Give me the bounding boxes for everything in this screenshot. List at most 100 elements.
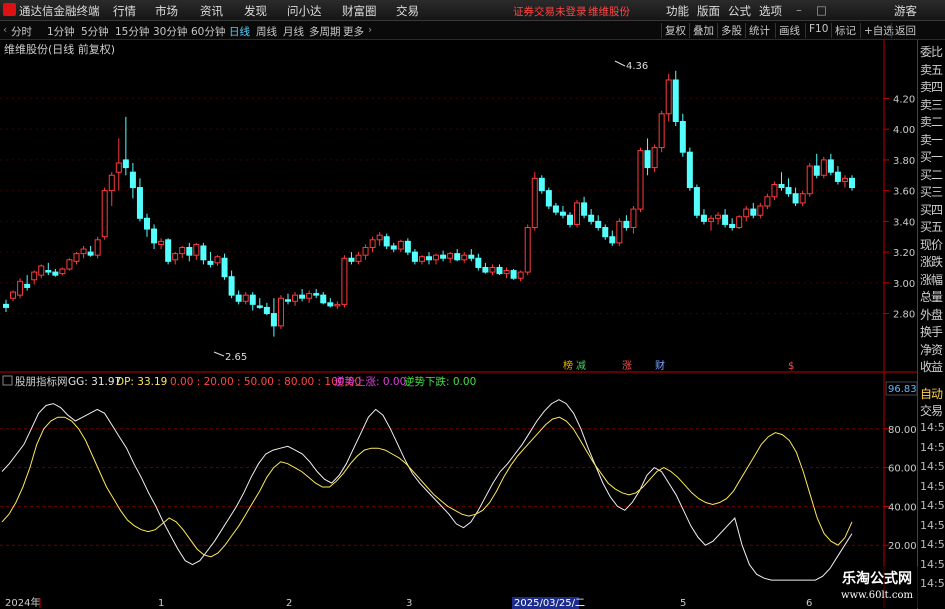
side-quote-item[interactable]: 卖一 (920, 131, 943, 148)
side-quote-item[interactable]: 买一 (920, 148, 943, 165)
side-quote-item[interactable]: 换手 (920, 323, 943, 340)
side-quote-item[interactable]: 现价 (920, 236, 943, 253)
candle-up (489, 266, 496, 273)
chart-area[interactable]: 维维股份(日线 前复权) 4.20 4.00 3.80 3.60 3.40 3.20 3.0… (0, 40, 917, 609)
minimize-button[interactable]: – (796, 3, 802, 17)
user-label[interactable]: 游客 (894, 3, 917, 19)
candle-up (658, 113, 665, 149)
side-quote-item[interactable]: 买四 (920, 201, 943, 218)
candle-down (679, 120, 686, 153)
side-quote-item[interactable]: 总量 (920, 288, 943, 305)
candle-down (52, 271, 59, 276)
multi-stock-button[interactable]: 多股 (717, 23, 742, 38)
event-tag[interactable]: 榜 (563, 359, 573, 372)
candle-up (242, 294, 249, 302)
event-tag[interactable]: 财 (655, 359, 665, 372)
side-quote-item[interactable]: 买五 (920, 218, 943, 235)
menu-formula[interactable]: 公式 (728, 3, 751, 19)
period-multi[interactable]: 多周期 (309, 24, 341, 39)
indicator-name: 股朋指标网 (15, 375, 68, 388)
candle-up (771, 183, 778, 198)
menu-options[interactable]: 选项 (759, 3, 782, 19)
candle-up (362, 246, 369, 256)
chevron-right-icon[interactable]: › (368, 24, 372, 36)
side-quote-item[interactable]: 买三 (920, 183, 943, 200)
maximize-button[interactable]: □ (816, 3, 827, 17)
period-daily[interactable]: 日线 (229, 24, 250, 39)
candle-down (200, 245, 207, 261)
menu-layout[interactable]: 版面 (697, 3, 720, 19)
candle-down (538, 177, 545, 192)
login-alert[interactable]: 证券交易未登录 (513, 4, 587, 19)
back-button[interactable]: 返回 (891, 23, 916, 38)
side-quote-item[interactable]: 委比 (920, 43, 943, 60)
period-1min[interactable]: 1分钟 (47, 24, 75, 39)
side-quote-item[interactable]: 卖二 (920, 113, 943, 130)
side-quote-item[interactable]: 外盘 (920, 306, 943, 323)
candle-up (708, 217, 714, 222)
side-quote-item[interactable]: 买二 (920, 166, 943, 183)
candle-down (623, 220, 630, 229)
watermark-title: 乐淘公式网 (842, 571, 912, 587)
candle-down (510, 270, 517, 279)
candle-down (151, 228, 158, 244)
side-auto[interactable]: 自动 (920, 385, 943, 402)
x-tick-month-5: 5 (680, 598, 686, 609)
candle-up (637, 150, 644, 210)
menu-function[interactable]: 功能 (666, 3, 689, 19)
side-quote-item[interactable]: 卖四 (920, 78, 943, 95)
period-timeshare[interactable]: 分时 (11, 24, 32, 39)
mark-button[interactable]: 标记 (831, 23, 856, 38)
menu-ask[interactable]: 问小达 (287, 3, 322, 19)
adjust-button[interactable]: 复权 (661, 23, 686, 38)
statistics-button[interactable]: 统计 (745, 23, 770, 38)
side-quote-item[interactable]: 涨跌 (920, 253, 943, 270)
period-more[interactable]: 更多 (343, 24, 364, 39)
indicator-y-tick-label: 40.00 (888, 502, 917, 513)
menu-wealth[interactable]: 财富圈 (342, 3, 377, 19)
menu-discover[interactable]: 发现 (244, 3, 267, 19)
period-monthly[interactable]: 月线 (283, 24, 304, 39)
indicator-toggle-icon[interactable] (2, 375, 13, 386)
event-tag[interactable]: $ (788, 361, 794, 372)
candle-down (552, 205, 559, 213)
counter-up-label: 逆势上涨: 0.00 (334, 375, 406, 388)
candle-down (87, 251, 94, 256)
candle-down (285, 299, 291, 302)
event-tag[interactable]: 涨 (622, 360, 632, 372)
candle-down (348, 257, 355, 262)
period-60min[interactable]: 60分钟 (191, 24, 225, 39)
candle-down (207, 260, 214, 265)
gg-value: GG: 31.97 (68, 376, 121, 388)
menu-news[interactable]: 资讯 (200, 3, 223, 19)
side-quote-item[interactable]: 涨幅 (920, 271, 943, 288)
period-5min[interactable]: 5分钟 (81, 24, 109, 39)
period-30min[interactable]: 30分钟 (153, 24, 187, 39)
menu-market[interactable]: 市场 (155, 3, 178, 19)
indicator-y-axis: 80.00 60.00 40.00 20.00 (884, 425, 917, 552)
candle-down (411, 251, 418, 262)
menu-trade[interactable]: 交易 (396, 3, 419, 19)
candle-up (10, 291, 17, 299)
side-quote-item[interactable]: 净资 (920, 341, 943, 358)
main-y-tick-label: 3.80 (893, 156, 915, 167)
period-left-arrow-icon[interactable]: ‹ (3, 24, 7, 36)
period-15min[interactable]: 15分钟 (115, 24, 149, 39)
menu-quotes[interactable]: 行情 (113, 3, 136, 19)
indicator-y-tick-label: 20.00 (888, 541, 917, 552)
indicator-header: 股朋指标网 GG: 31.97 DP: 33.19 0.00 : 20.00 :… (2, 375, 476, 388)
side-quote-item[interactable]: 卖五 (920, 61, 943, 78)
draw-line-button[interactable]: 画线 (775, 23, 800, 38)
side-quote-item[interactable]: 收益 (920, 358, 943, 375)
candle-up (630, 208, 637, 229)
side-trade[interactable]: 交易 (920, 402, 943, 419)
candle-up (31, 271, 38, 281)
side-quote-item[interactable]: 卖三 (920, 96, 943, 113)
event-tag[interactable]: 减 (576, 360, 586, 372)
candle-up (517, 271, 524, 279)
overlay-button[interactable]: 叠加 (689, 23, 714, 38)
f10-button[interactable]: F10 (805, 23, 828, 38)
candle-down (468, 254, 475, 259)
add-favorite-button[interactable]: +自选 (860, 23, 894, 38)
period-weekly[interactable]: 周线 (256, 24, 277, 39)
